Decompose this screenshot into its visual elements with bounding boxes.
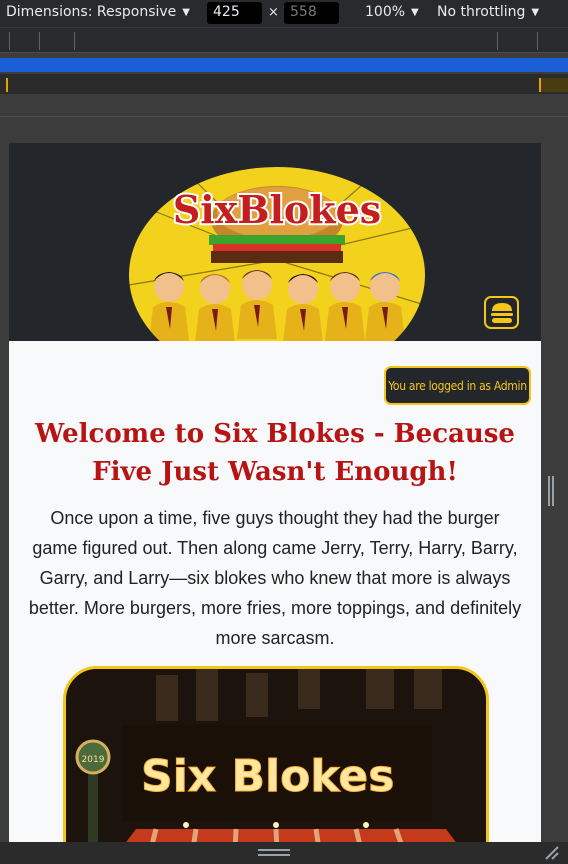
chevron-down-icon: ▼: [182, 6, 190, 18]
chevron-down-icon: ▼: [411, 6, 419, 18]
page-title: Welcome to Six Blokes - Because Five Jus…: [35, 419, 515, 487]
site-header: SixBlokes: [9, 143, 541, 341]
resize-corner-icon[interactable]: [542, 843, 560, 861]
throttling-dropdown[interactable]: No throttling ▼: [437, 4, 539, 20]
main-content: You are logged in as Admin Welcome to Si…: [9, 341, 541, 842]
storefront-image: 2019 Six Blokes: [63, 666, 489, 842]
times-separator: ×: [268, 5, 279, 20]
throttling-label: No throttling: [437, 4, 526, 20]
dimensions-dropdown[interactable]: Dimensions: Responsive ▼: [6, 4, 190, 20]
burger-menu-icon: [490, 302, 513, 323]
dimensions-label: Dimensions: Responsive: [6, 4, 177, 20]
media-query-bar-min-width[interactable]: [0, 74, 568, 94]
storefront-clock-text: 2019: [82, 755, 105, 765]
toolbar-divider: [0, 116, 568, 117]
zoom-label: 100%: [365, 4, 406, 20]
zoom-dropdown[interactable]: 100% ▼: [365, 4, 419, 20]
six-blokes-logo[interactable]: SixBlokes: [129, 165, 425, 341]
device-ruler: [0, 27, 568, 53]
login-status-badge: You are logged in as Admin: [384, 366, 531, 405]
storefront-sign-text: Six Blokes: [141, 751, 394, 802]
menu-toggle-button[interactable]: [484, 296, 519, 329]
chevron-down-icon: ▼: [531, 6, 540, 18]
media-query-bar-max-width[interactable]: [0, 58, 568, 72]
width-input[interactable]: 425: [207, 2, 262, 24]
viewport-resize-handle-bottom[interactable]: [258, 849, 290, 856]
logo-text: SixBlokes: [173, 187, 381, 232]
intro-paragraph: Once upon a time, five guys thought they…: [28, 508, 522, 648]
viewport-resize-handle-right[interactable]: [548, 476, 554, 506]
height-input[interactable]: 558: [284, 2, 339, 24]
emulated-viewport: SixBlokes You are logged in as Admin Wel…: [9, 143, 541, 842]
device-toolbar: Dimensions: Responsive ▼ 425 × 558 100% …: [0, 0, 568, 27]
